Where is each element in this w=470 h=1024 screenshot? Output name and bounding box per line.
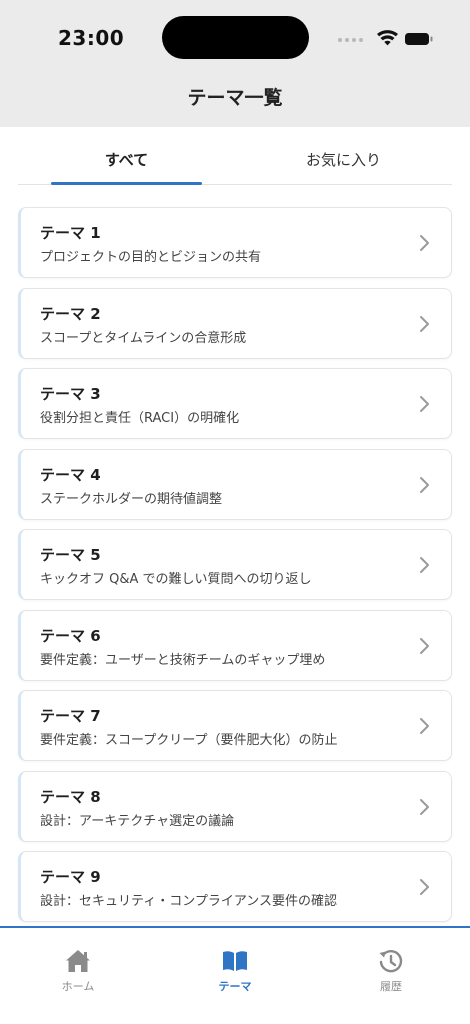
theme-title: テーマ 6 bbox=[40, 626, 101, 645]
theme-subtitle: 要件定義：スコープクリープ（要件肥大化）の防止 bbox=[40, 733, 338, 748]
theme-card-2[interactable]: テーマ 2 スコープとタイムラインの合意形成 bbox=[18, 287, 452, 359]
theme-card-8[interactable]: テーマ 8 設計：アーキテクチャ選定の議論 bbox=[18, 770, 452, 842]
theme-title: テーマ 5 bbox=[40, 546, 101, 564]
theme-card-3[interactable]: テーマ 3 役割分担と責任（RACI）の明確化 bbox=[18, 368, 452, 439]
theme-subtitle: ステークホルダーの期待値調整 bbox=[40, 491, 223, 507]
theme-subtitle: 設計：アーキテクチャ選定の議論 bbox=[40, 813, 235, 829]
theme-title: テーマ 7 bbox=[40, 707, 101, 725]
status-bar: 23:00 bbox=[0, 0, 470, 72]
theme-card-4[interactable]: テーマ 4 ステークホルダーの期待値調整 bbox=[18, 448, 452, 520]
home-icon bbox=[66, 950, 90, 972]
theme-subtitle: 役割分担と責任（RACI）の明確化 bbox=[40, 411, 240, 426]
theme-card-1[interactable]: テーマ 1 プロジェクトの目的とビジョンの共有 bbox=[18, 207, 452, 278]
tabbar-history-label: 履歴 bbox=[380, 980, 402, 993]
chevron-right-icon bbox=[420, 396, 429, 412]
history-icon bbox=[379, 949, 403, 973]
chevron-right-icon bbox=[420, 718, 429, 734]
chevron-right-icon bbox=[420, 557, 429, 573]
segment-tabs: すべて お気に入り bbox=[18, 127, 452, 185]
tabbar-home[interactable]: ホーム bbox=[0, 928, 156, 1024]
chevron-right-icon bbox=[420, 798, 429, 815]
wifi-icon bbox=[377, 30, 398, 46]
battery-icon bbox=[405, 33, 433, 45]
theme-card-6[interactable]: テーマ 6 要件定義：ユーザーと技術チームのギャップ埋め bbox=[18, 609, 452, 681]
page-title: テーマ一覧 bbox=[187, 87, 283, 109]
chevron-right-icon bbox=[420, 879, 429, 895]
tab-favorites[interactable]: お気に入り bbox=[235, 127, 452, 185]
nav-header: テーマ一覧 bbox=[0, 72, 470, 127]
theme-title: テーマ 1 bbox=[40, 224, 101, 242]
theme-title: テーマ 4 bbox=[40, 465, 101, 484]
status-time: 23:00 bbox=[58, 26, 125, 50]
tabbar-home-label: ホーム bbox=[61, 980, 95, 993]
status-icons bbox=[337, 28, 437, 48]
theme-title: テーマ 9 bbox=[40, 868, 101, 886]
theme-list: テーマ 1 プロジェクトの目的とビジョンの共有 テーマ 2 スコープとタイムライ… bbox=[18, 207, 452, 932]
chevron-right-icon bbox=[420, 476, 429, 493]
theme-card-7[interactable]: テーマ 7 要件定義：スコープクリープ（要件肥大化）の防止 bbox=[18, 690, 452, 761]
tab-all[interactable]: すべて bbox=[18, 127, 235, 185]
theme-title: テーマ 8 bbox=[40, 787, 101, 806]
theme-card-5[interactable]: テーマ 5 キックオフ Q&A での難しい質問への切り返し bbox=[18, 529, 452, 600]
theme-title: テーマ 3 bbox=[40, 385, 101, 403]
bottom-tab-bar: ホーム テーマ 履歴 bbox=[0, 926, 470, 1024]
book-icon bbox=[223, 951, 247, 971]
signal-icon bbox=[338, 38, 363, 42]
chevron-right-icon bbox=[420, 235, 429, 251]
theme-subtitle: 設計：セキュリティ・コンプライアンス要件の確認 bbox=[40, 894, 338, 909]
theme-subtitle: キックオフ Q&A での難しい質問への切り返し bbox=[40, 572, 312, 587]
theme-title: テーマ 2 bbox=[40, 304, 101, 323]
tabbar-history[interactable]: 履歴 bbox=[313, 928, 469, 1024]
theme-subtitle: プロジェクトの目的とビジョンの共有 bbox=[40, 250, 262, 265]
theme-subtitle: 要件定義：ユーザーと技術チームのギャップ埋め bbox=[40, 652, 326, 668]
dynamic-island bbox=[162, 16, 309, 59]
chevron-right-icon bbox=[420, 637, 429, 654]
chevron-right-icon bbox=[420, 315, 429, 332]
tabbar-themes-label: テーマ bbox=[218, 980, 252, 993]
tabbar-themes[interactable]: テーマ bbox=[157, 928, 313, 1024]
theme-card-9[interactable]: テーマ 9 設計：セキュリティ・コンプライアンス要件の確認 bbox=[18, 851, 452, 922]
theme-subtitle: スコープとタイムラインの合意形成 bbox=[40, 330, 247, 346]
tab-indicator bbox=[51, 182, 202, 185]
